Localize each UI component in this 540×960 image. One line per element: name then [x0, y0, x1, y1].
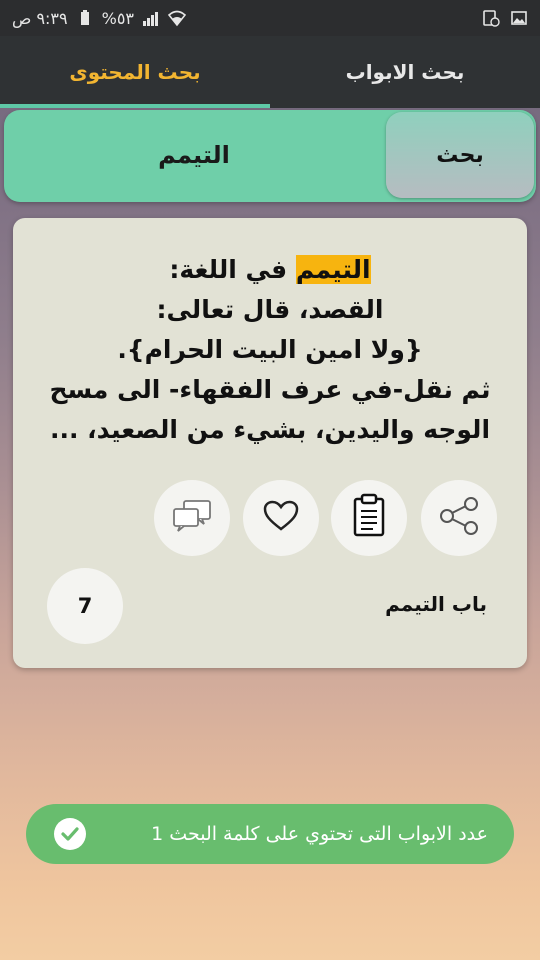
result-line-1: التيمم في اللغة:: [41, 250, 499, 290]
result-text: التيمم في اللغة: القصد، قال تعالى: {ولا …: [41, 250, 499, 450]
occurrence-count: 7: [77, 594, 93, 618]
search-input[interactable]: [14, 120, 374, 190]
result-line-4: ثم نقل-في عرف الفقهاء- الى مسح: [49, 375, 491, 404]
search-button[interactable]: بحث: [386, 112, 534, 198]
tab-bar: بحث المحتوى بحث الابواب: [0, 36, 540, 108]
toast-message: عدد الابواب التى تحتوي على كلمة البحث 1: [151, 823, 488, 845]
status-right: [482, 9, 528, 27]
tab-content-search-label: بحث المحتوى: [69, 60, 201, 84]
clock: ٩:٣٩ ص: [12, 8, 68, 28]
share-button[interactable]: [421, 480, 497, 556]
status-left: ٩:٣٩ ص %٥٣: [12, 8, 187, 28]
result-line-5: الوجه واليدين، بشيء من الصعيد، ...: [49, 415, 491, 444]
status-bar: ٩:٣٩ ص %٥٣: [0, 0, 540, 36]
result-line-1-rest: في اللغة:: [169, 255, 296, 284]
search-highlight: التيمم: [295, 255, 371, 284]
clipboard-icon: [349, 493, 389, 543]
result-card[interactable]: التيمم في اللغة: القصد، قال تعالى: {ولا …: [13, 218, 527, 668]
search-button-label: بحث: [436, 142, 484, 168]
check-icon: [54, 818, 86, 850]
comments-button[interactable]: [154, 480, 230, 556]
heart-icon: [263, 500, 299, 536]
result-line-2: القصد، قال تعالى:: [156, 295, 384, 324]
battery-icon: [76, 9, 94, 27]
favorite-button[interactable]: [243, 480, 319, 556]
result-toast: عدد الابواب التى تحتوي على كلمة البحث 1: [26, 804, 514, 864]
screen-icon: [482, 9, 500, 27]
tab-chapter-search[interactable]: بحث الابواب: [270, 36, 540, 108]
copy-button[interactable]: [331, 480, 407, 556]
chapter-title: باب التيمم: [385, 592, 487, 616]
battery-percent: %٥٣: [101, 8, 134, 28]
image-icon: [510, 9, 528, 27]
tab-content-search[interactable]: بحث المحتوى: [0, 36, 270, 108]
signal-icon: [142, 9, 160, 27]
occurrence-count-badge: 7: [47, 568, 123, 644]
result-line-3: {ولا امين البيت الحرام}.: [117, 335, 423, 364]
search-bar: بحث: [4, 110, 536, 202]
comments-icon: [172, 499, 212, 537]
share-icon: [436, 493, 482, 543]
tab-chapter-search-label: بحث الابواب: [345, 60, 465, 84]
wifi-icon: [167, 9, 187, 27]
